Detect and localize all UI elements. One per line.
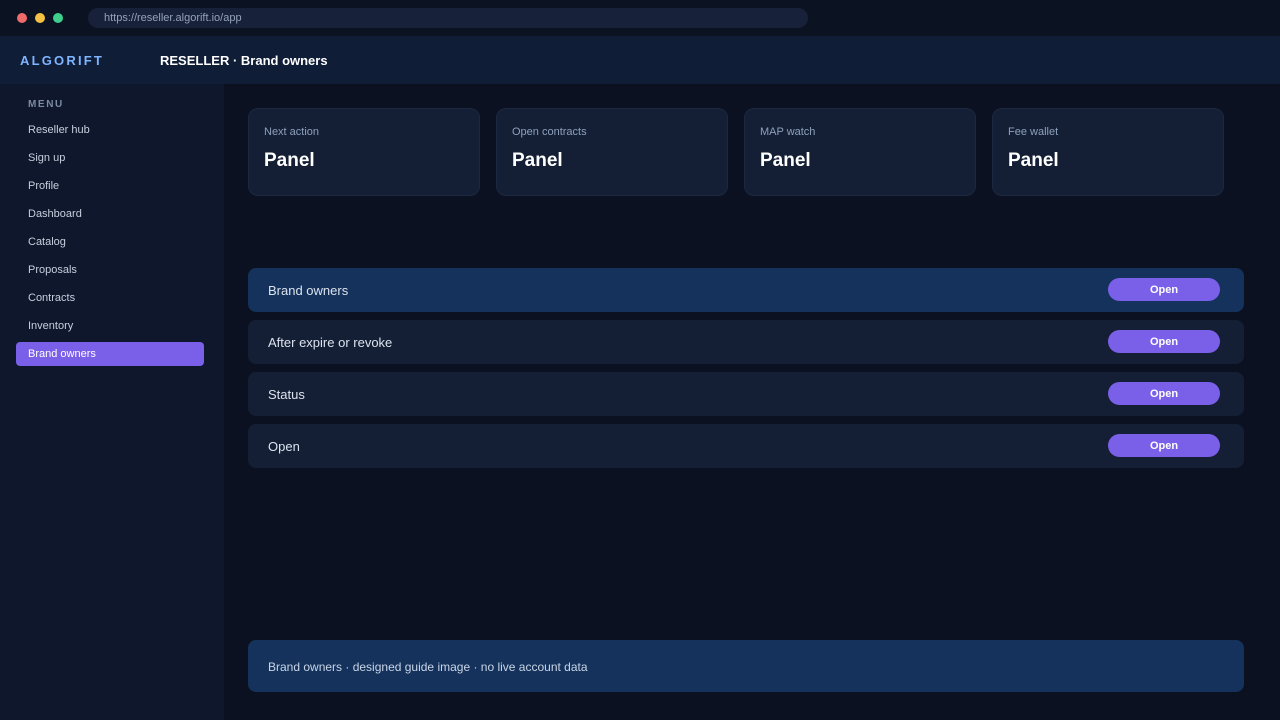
list-item-after-expire-or-revoke[interactable]: After expire or revoke Open <box>248 320 1244 364</box>
open-button[interactable]: Open <box>1108 278 1220 301</box>
sidebar-item-proposals[interactable]: Proposals <box>16 258 204 282</box>
card-value: Panel <box>760 150 811 171</box>
sidebar-item-reseller-hub[interactable]: Reseller hub <box>16 118 204 142</box>
card-label: Open contracts <box>512 126 587 138</box>
summary-card-open-contracts[interactable]: Open contracts Panel <box>496 108 728 196</box>
address-bar[interactable]: https://reseller.algorift.io/app <box>88 8 808 28</box>
card-value: Panel <box>1008 150 1059 171</box>
open-button[interactable]: Open <box>1108 434 1220 457</box>
row-label: Open <box>268 439 300 454</box>
sidebar-item-brand-owners[interactable]: Brand owners <box>16 342 204 366</box>
sidebar-item-contracts[interactable]: Contracts <box>16 286 204 310</box>
card-value: Panel <box>264 150 315 171</box>
brand-logo[interactable]: ALGORIFT <box>20 36 104 86</box>
row-label: After expire or revoke <box>268 335 393 350</box>
card-label: Next action <box>264 126 320 138</box>
summary-card-fee-wallet[interactable]: Fee wallet Panel <box>992 108 1224 196</box>
card-value: Panel <box>512 150 563 171</box>
close-window-dot-icon[interactable] <box>17 13 27 23</box>
card-label: Fee wallet <box>1008 126 1059 138</box>
summary-card-next-action[interactable]: Next action Panel <box>248 108 480 196</box>
footer-note-text: Brand owners · designed guide image · no… <box>268 660 588 674</box>
menu-heading: MENU <box>28 99 64 110</box>
list-item-open[interactable]: Open Open <box>248 424 1244 468</box>
minimize-window-dot-icon[interactable] <box>35 13 45 23</box>
sidebar-item-inventory[interactable]: Inventory <box>16 314 204 338</box>
footer-note: Brand owners · designed guide image · no… <box>248 640 1244 692</box>
sidebar: MENU Reseller hub Sign up Profile Dashbo… <box>0 84 224 720</box>
app-header: ALGORIFT RESELLER · Brand owners <box>0 36 1280 84</box>
open-button[interactable]: Open <box>1108 382 1220 405</box>
page-title: RESELLER · Brand owners <box>160 53 328 68</box>
row-label: Brand owners <box>268 283 349 298</box>
sidebar-item-catalog[interactable]: Catalog <box>16 230 204 254</box>
maximize-window-dot-icon[interactable] <box>53 13 63 23</box>
summary-card-map-watch[interactable]: MAP watch Panel <box>744 108 976 196</box>
list-item-brand-owners[interactable]: Brand owners Open <box>248 268 1244 312</box>
card-label: MAP watch <box>760 126 816 138</box>
sidebar-item-dashboard[interactable]: Dashboard <box>16 202 204 226</box>
browser-chrome: https://reseller.algorift.io/app <box>0 0 1280 36</box>
list-item-status[interactable]: Status Open <box>248 372 1244 416</box>
sidebar-item-sign-up[interactable]: Sign up <box>16 146 204 170</box>
sidebar-item-profile[interactable]: Profile <box>16 174 204 198</box>
row-label: Status <box>268 387 305 402</box>
open-button[interactable]: Open <box>1108 330 1220 353</box>
